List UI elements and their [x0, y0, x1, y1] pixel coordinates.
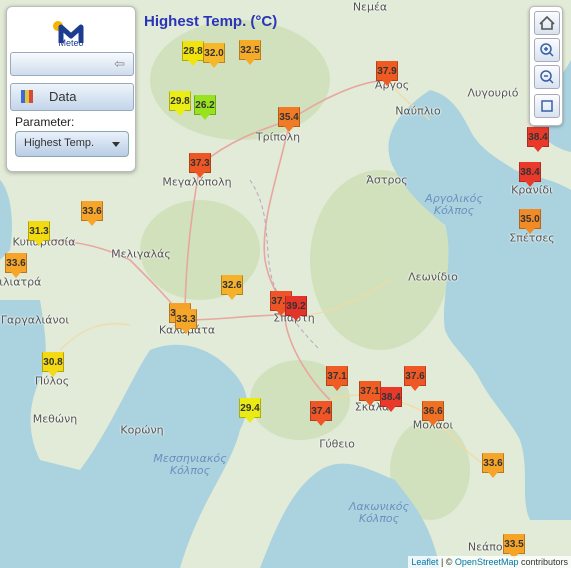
sea-label: Αργολικός Κόλπος — [425, 192, 483, 217]
temperature-marker[interactable]: 29.8 — [169, 91, 191, 116]
data-button-label: Data — [49, 89, 77, 104]
fullscreen-button[interactable] — [534, 94, 560, 118]
parameter-label: Parameter: — [15, 115, 75, 129]
temperature-marker[interactable]: 37.1 — [326, 366, 348, 391]
temperature-marker[interactable]: 33.5 — [503, 534, 525, 559]
temperature-marker[interactable]: 36.6 — [422, 401, 444, 426]
zoom-out-icon — [540, 70, 554, 84]
home-button[interactable] — [534, 11, 560, 35]
temperature-marker[interactable]: 39.2 — [285, 296, 307, 321]
temperature-marker[interactable]: 38.4 — [527, 127, 549, 152]
map-title: Highest Temp. (°C) — [144, 13, 278, 30]
temperature-marker[interactable]: 32.0 — [203, 43, 225, 68]
town-label: Γαργαλιάνοι — [0, 313, 70, 327]
temperature-marker[interactable]: 37.1 — [359, 381, 381, 406]
temperature-marker[interactable]: 33.6 — [81, 201, 103, 226]
town-label: Τρίπολη — [255, 130, 301, 144]
zoom-in-icon — [540, 43, 554, 57]
town-label: Μεθώνη — [32, 412, 78, 426]
data-icon — [21, 90, 33, 103]
town-label: Νεμέα — [352, 0, 388, 14]
logo-text: Meteo — [58, 38, 84, 48]
temperature-marker[interactable]: 37.6 — [404, 366, 426, 391]
data-button[interactable]: Data — [10, 83, 134, 111]
temperature-marker[interactable]: 31.3 — [28, 221, 50, 246]
temperature-marker[interactable]: 33.6 — [5, 253, 27, 278]
temperature-marker[interactable]: 28.8 — [182, 41, 204, 66]
collapse-panel-button[interactable]: ⇦ — [10, 52, 134, 76]
town-label: Άστρος — [366, 173, 408, 187]
attribution-rest: contributors — [518, 557, 568, 567]
temperature-marker[interactable]: 38.4 — [519, 162, 541, 187]
fullscreen-icon — [541, 100, 553, 112]
sea-label: Μεσσηνιακός Κόλπος — [153, 452, 227, 477]
home-icon — [539, 15, 555, 30]
temperature-marker[interactable]: 33.3 — [175, 309, 197, 334]
control-panel: Meteo ⇦ Data Parameter: Highest Temp. — [6, 6, 136, 172]
town-label: Λεωνίδιο — [408, 270, 458, 284]
zoom-out-button[interactable] — [534, 65, 560, 89]
map-controls — [529, 6, 563, 126]
temperature-marker[interactable]: 35.0 — [519, 209, 541, 234]
osm-link[interactable]: OpenStreetMap — [455, 557, 519, 567]
temperature-marker[interactable]: 29.4 — [239, 398, 261, 423]
town-label: Ναύπλιο — [395, 104, 441, 118]
town-label: Λυγουριό — [467, 86, 519, 100]
temperature-marker[interactable]: 37.4 — [310, 401, 332, 426]
parameter-select[interactable]: Highest Temp. — [15, 131, 129, 157]
town-label: Γύθειο — [319, 437, 355, 451]
zoom-in-button[interactable] — [534, 38, 560, 62]
parameter-value: Highest Temp. — [24, 137, 95, 149]
temperature-marker[interactable]: 35.4 — [278, 107, 300, 132]
chevron-down-icon — [112, 142, 120, 147]
temperature-marker[interactable]: 37.3 — [189, 153, 211, 178]
temperature-marker[interactable]: 32.5 — [239, 40, 261, 65]
temperature-marker[interactable]: 37.9 — [376, 61, 398, 86]
temperature-marker[interactable]: 30.8 — [42, 352, 64, 377]
back-arrow-icon: ⇦ — [114, 56, 125, 71]
temperature-marker[interactable]: 32.6 — [221, 275, 243, 300]
attribution: Leaflet | © OpenStreetMap contributors — [408, 556, 571, 568]
temperature-marker[interactable]: 38.4 — [380, 387, 402, 412]
town-label: Κορώνη — [120, 423, 164, 437]
attribution-sep: | © — [438, 557, 455, 567]
town-label: Μελιγαλάς — [111, 247, 171, 261]
sea-label: Λακωνικός Κόλπος — [348, 500, 409, 525]
temperature-marker[interactable]: 26.2 — [194, 95, 216, 120]
temperature-marker[interactable]: 33.6 — [482, 453, 504, 478]
leaflet-link[interactable]: Leaflet — [411, 557, 438, 567]
